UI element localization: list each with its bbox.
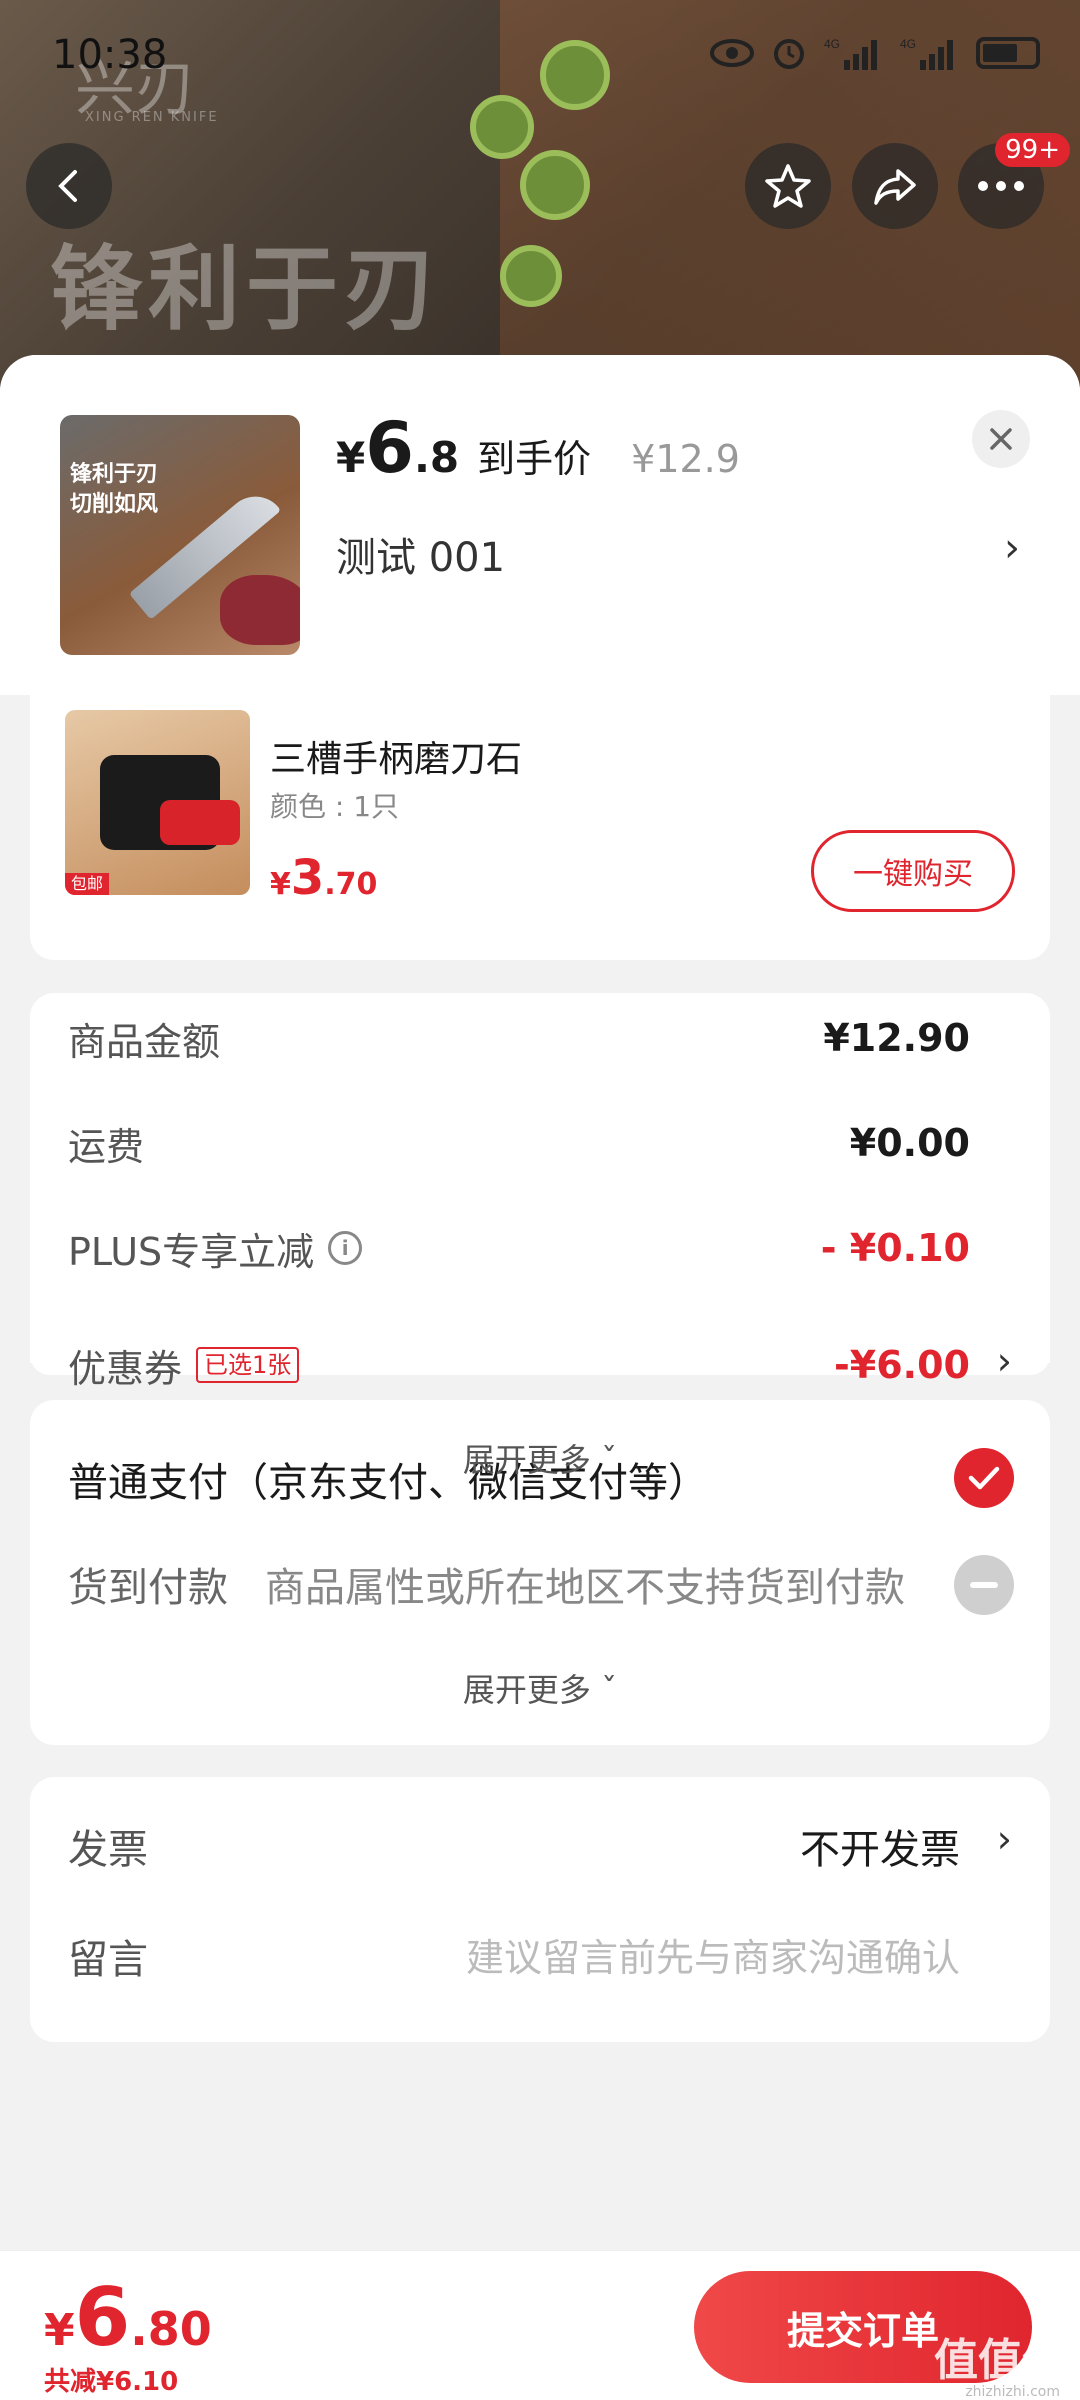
status-time: 10:38 <box>52 32 168 78</box>
total-symbol: ¥ <box>44 2305 75 2356</box>
goods-amount-label: 商品金额 <box>68 1019 221 1064</box>
coupon-selected-chip: 已选1张 <box>196 1347 300 1383</box>
sheet-header: 锋利于刃切削如风 ¥ 6 .8 到手价 ¥12.9 测试 001 › <box>0 355 1080 695</box>
price-integer: 6 <box>365 407 414 489</box>
price-label: 到手价 <box>477 437 592 481</box>
payment-expand-more[interactable]: 展开更多 ˇ <box>30 1665 1050 1711</box>
cod-option: 货到付款 <box>68 1565 228 1611</box>
addon-price-decimal: .70 <box>324 867 378 902</box>
shipping-label: 运费 <box>68 1124 145 1169</box>
order-sheet: 锋利于刃切削如风 ¥ 6 .8 到手价 ¥12.9 测试 001 › 包邮 三槽… <box>0 355 1080 2255</box>
share-button[interactable] <box>852 143 938 229</box>
thumb-text-line2: 切削如风 <box>70 492 159 517</box>
okra-slice <box>500 245 562 307</box>
more-button[interactable]: 99+ <box>958 133 1070 229</box>
signal-4g-icon-2: 4G <box>900 36 958 70</box>
info-icon[interactable]: i <box>328 1231 363 1265</box>
message-input[interactable]: 建议留言前先与商家沟通确认 <box>466 1927 960 1982</box>
free-shipping-tag: 包邮 <box>65 873 110 895</box>
thumb-text-line1: 锋利于刃 <box>70 462 159 487</box>
close-icon <box>990 428 1012 450</box>
total-decimal: .80 <box>130 2302 212 2356</box>
cod-note: 商品属性或所在地区不支持货到付款 <box>265 1565 905 1611</box>
favorite-button[interactable] <box>745 143 831 229</box>
addon-price-symbol: ¥ <box>270 867 291 902</box>
product-thumbnail: 锋利于刃 切削如风 <box>60 415 300 655</box>
shipping-row: 运费 ¥0.00 <box>68 1113 970 1173</box>
chevron-down-icon: ˇ <box>601 1441 618 1479</box>
coupon-section: 优惠券 已选1张 -¥6.00 › 展开更多 ˇ <box>30 1335 1050 1545</box>
one-click-buy-button[interactable]: 一键购买 <box>811 830 1015 912</box>
goods-amount-value: ¥12.90 <box>823 1016 970 1060</box>
submit-order-label: 提交订单 <box>786 2308 939 2353</box>
watermark-logo: 值值值 <box>934 2335 1066 2386</box>
plus-discount-label: PLUS专享立减 <box>68 1229 315 1274</box>
notification-badge: 99+ <box>995 133 1070 167</box>
coupon-label: 优惠券 <box>68 1346 183 1391</box>
battery-icon <box>976 36 1040 70</box>
total-saved: 共减¥6.10 <box>44 2367 179 2397</box>
status-icons: 4G 4G <box>710 36 1040 70</box>
watermark-url: zhizhizhi.com <box>965 2384 1060 2400</box>
svg-text:4G: 4G <box>900 37 916 51</box>
disabled-icon <box>954 1555 1014 1615</box>
extras-card: 发票 不开发票 › 留言 建议留言前先与商家沟通确认 <box>30 1777 1050 2042</box>
chevron-right-icon[interactable]: › <box>997 1339 1012 1383</box>
close-button[interactable] <box>972 410 1030 468</box>
share-icon <box>874 169 916 205</box>
addon-card: 包邮 三槽手柄磨刀石 颜色 : 1只 ¥ 3 .70 一键购买 <box>30 690 1050 960</box>
invoice-value[interactable]: 不开发票 <box>800 1817 960 1875</box>
chevron-down-icon: ˇ <box>601 1671 618 1709</box>
price-symbol: ¥ <box>336 433 366 482</box>
goods-amount-row: 商品金额 ¥12.90 <box>68 1008 970 1068</box>
hero-slogan: 锋利于刃 <box>50 236 443 343</box>
summary-expand-more[interactable]: 展开更多 ˇ <box>30 1435 1050 1481</box>
chevron-right-icon[interactable]: › <box>997 1817 1012 1861</box>
variant-selector[interactable]: 测试 001 <box>336 525 505 583</box>
chevron-left-icon <box>58 170 77 202</box>
more-dots-icon <box>978 181 1024 191</box>
status-bar: 10:38 4G 4G <box>0 0 1080 110</box>
total-integer: 6 <box>74 2271 131 2364</box>
brand-subtitle: XING REN KNIFE <box>85 110 219 125</box>
coupon-value: -¥6.00 <box>834 1343 970 1387</box>
addon-thumbnail: 包邮 <box>65 710 250 895</box>
invoice-label: 发票 <box>68 1827 148 1873</box>
original-price: ¥12.9 <box>631 437 740 481</box>
svg-text:4G: 4G <box>824 37 840 51</box>
summary-expand-label: 展开更多 <box>462 1441 591 1479</box>
star-icon <box>765 164 811 208</box>
shipping-value: ¥0.00 <box>849 1121 970 1165</box>
product-price: ¥ 6 .8 到手价 ¥12.9 <box>336 407 740 489</box>
plus-discount-row: PLUS专享立减 i - ¥0.10 <box>68 1218 970 1278</box>
coupon-row[interactable]: 优惠券 已选1张 -¥6.00 <box>68 1335 970 1395</box>
addon-price-integer: 3 <box>290 850 325 906</box>
alarm-icon <box>772 36 806 70</box>
price-decimal: .8 <box>413 433 460 482</box>
price-summary-card: 商品金额 ¥12.90 运费 ¥0.00 PLUS专享立减 i - ¥0.10 <box>30 993 1050 1353</box>
message-label: 留言 <box>68 1937 148 1983</box>
back-button[interactable] <box>26 143 112 229</box>
total-price: ¥ 6 .80 <box>44 2271 212 2364</box>
addon-spec: 颜色 : 1只 <box>270 790 400 823</box>
eye-icon <box>710 36 754 70</box>
okra-slice <box>520 150 590 220</box>
addon-title: 三槽手柄磨刀石 <box>270 739 523 780</box>
plus-discount-value: - ¥0.10 <box>820 1226 970 1270</box>
chevron-right-icon[interactable]: › <box>1004 525 1020 571</box>
signal-4g-icon: 4G <box>824 36 882 70</box>
checkout-bar: ¥ 6 .80 共减¥6.10 提交订单 值值值 zhizhizhi.com <box>0 2250 1080 2400</box>
addon-price: ¥ 3 .70 <box>270 850 377 906</box>
meat-graphic <box>220 575 300 645</box>
payment-expand-label: 展开更多 <box>462 1671 591 1709</box>
sharpener-handle <box>160 800 240 845</box>
